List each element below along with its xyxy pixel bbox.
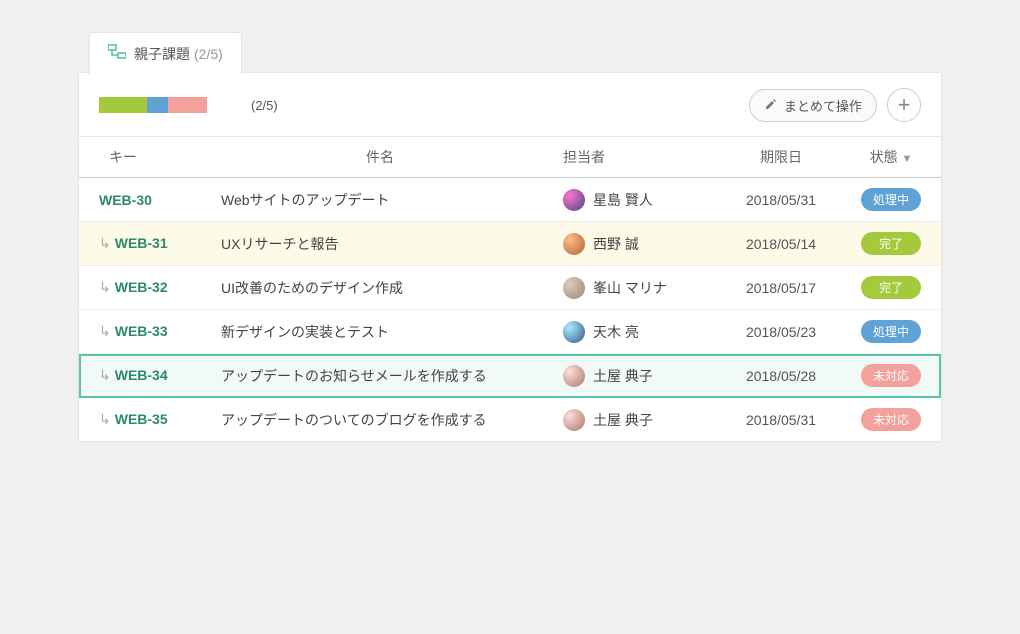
table-row[interactable]: ↳WEB-34アップデートのお知らせメールを作成する土屋 典子2018/05/2… bbox=[79, 354, 941, 398]
add-button[interactable]: + bbox=[887, 88, 921, 122]
status-badge: 完了 bbox=[861, 276, 921, 299]
avatar bbox=[563, 233, 585, 255]
avatar bbox=[563, 277, 585, 299]
issue-key-text: WEB-33 bbox=[115, 323, 168, 339]
issue-due: 2018/05/31 bbox=[721, 178, 841, 222]
progress-seg-done bbox=[99, 97, 147, 113]
status-badge: 未対応 bbox=[861, 408, 921, 431]
col-key[interactable]: キー bbox=[79, 137, 209, 178]
issue-assignee[interactable]: 峯山 マリナ bbox=[551, 266, 721, 310]
avatar bbox=[563, 321, 585, 343]
child-arrow-icon: ↳ bbox=[99, 323, 111, 340]
tab-count: (2/5) bbox=[194, 46, 223, 62]
table-row[interactable]: ↳WEB-33新デザインの実装とテスト天木 亮2018/05/23処理中 bbox=[79, 310, 941, 354]
assignee-name: 西野 誠 bbox=[593, 234, 639, 254]
progress-count: (2/5) bbox=[251, 98, 278, 113]
issue-assignee[interactable]: 天木 亮 bbox=[551, 310, 721, 354]
issue-status[interactable]: 完了 bbox=[841, 266, 941, 310]
table-row[interactable]: ↳WEB-32UI改善のためのデザイン作成峯山 マリナ2018/05/17完了 bbox=[79, 266, 941, 310]
edit-icon bbox=[764, 97, 778, 114]
plus-icon: + bbox=[898, 92, 911, 118]
issue-status[interactable]: 未対応 bbox=[841, 354, 941, 398]
issues-table: キー 件名 担当者 期限日 状態 ▼ WEB-30 Webサイトのアップデート 星島… bbox=[79, 137, 941, 441]
progress-bar bbox=[99, 97, 239, 113]
issue-status[interactable]: 未対応 bbox=[841, 398, 941, 442]
issue-status[interactable]: 処理中 bbox=[841, 178, 941, 222]
issue-due: 2018/05/31 bbox=[721, 398, 841, 442]
progress-seg-processing bbox=[147, 97, 168, 113]
issue-key-text: WEB-34 bbox=[115, 367, 168, 383]
issue-key-text: WEB-35 bbox=[115, 411, 168, 427]
toolbar-actions: まとめて操作 + bbox=[749, 88, 921, 122]
progress-seg-pending bbox=[168, 97, 207, 113]
issue-due: 2018/05/17 bbox=[721, 266, 841, 310]
assignee-name: 峯山 マリナ bbox=[593, 278, 667, 298]
issue-key[interactable]: ↳WEB-31 bbox=[79, 222, 209, 266]
issue-key[interactable]: ↳WEB-33 bbox=[79, 310, 209, 354]
status-badge: 処理中 bbox=[861, 320, 921, 343]
col-state[interactable]: 状態 ▼ bbox=[841, 137, 941, 178]
issue-subject[interactable]: アップデートのついてのブログを作成する bbox=[209, 398, 551, 442]
avatar bbox=[563, 365, 585, 387]
sort-desc-icon: ▼ bbox=[902, 153, 913, 165]
issue-assignee[interactable]: 土屋 典子 bbox=[551, 354, 721, 398]
col-state-label: 状態 bbox=[870, 149, 898, 165]
issue-assignee[interactable]: 土屋 典子 bbox=[551, 398, 721, 442]
issue-key[interactable]: ↳WEB-32 bbox=[79, 266, 209, 310]
issue-key[interactable]: WEB-30 bbox=[79, 178, 209, 222]
issue-status[interactable]: 完了 bbox=[841, 222, 941, 266]
hierarchy-icon bbox=[108, 43, 134, 64]
assignee-name: 星島 賢人 bbox=[593, 190, 653, 210]
issue-due: 2018/05/23 bbox=[721, 310, 841, 354]
issue-key-text: WEB-32 bbox=[115, 279, 168, 295]
tab-label: 親子課題 bbox=[134, 44, 190, 64]
avatar bbox=[563, 409, 585, 431]
table-row[interactable]: ↳WEB-31UXリサーチと報告西野 誠2018/05/14完了 bbox=[79, 222, 941, 266]
avatar bbox=[563, 189, 585, 211]
bulk-edit-button[interactable]: まとめて操作 bbox=[749, 89, 877, 122]
header-row: キー 件名 担当者 期限日 状態 ▼ bbox=[79, 137, 941, 178]
issue-subject[interactable]: Webサイトのアップデート bbox=[209, 178, 551, 222]
toolbar: (2/5) まとめて操作 + bbox=[79, 74, 941, 137]
child-arrow-icon: ↳ bbox=[99, 411, 111, 428]
issue-key[interactable]: ↳WEB-34 bbox=[79, 354, 209, 398]
col-due[interactable]: 期限日 bbox=[721, 137, 841, 178]
status-badge: 完了 bbox=[861, 232, 921, 255]
issue-due: 2018/05/14 bbox=[721, 222, 841, 266]
issue-key[interactable]: ↳WEB-35 bbox=[79, 398, 209, 442]
issues-panel: 親子課題 (2/5) (2/5) まとめて操作 + bbox=[78, 72, 942, 442]
issue-status[interactable]: 処理中 bbox=[841, 310, 941, 354]
table-body: WEB-30Webサイトのアップデート星島 賢人2018/05/31処理中↳WE… bbox=[79, 178, 941, 442]
child-arrow-icon: ↳ bbox=[99, 279, 111, 296]
assignee-name: 天木 亮 bbox=[593, 322, 639, 342]
status-badge: 未対応 bbox=[861, 364, 921, 387]
table-row[interactable]: ↳WEB-35アップデートのついてのブログを作成する土屋 典子2018/05/3… bbox=[79, 398, 941, 442]
issue-due: 2018/05/28 bbox=[721, 354, 841, 398]
child-arrow-icon: ↳ bbox=[99, 367, 111, 384]
assignee-name: 土屋 典子 bbox=[593, 366, 653, 386]
issue-subject[interactable]: 新デザインの実装とテスト bbox=[209, 310, 551, 354]
progress-area: (2/5) bbox=[99, 97, 278, 113]
status-badge: 処理中 bbox=[861, 188, 921, 211]
issue-key-text: WEB-30 bbox=[99, 192, 152, 208]
issue-subject[interactable]: UI改善のためのデザイン作成 bbox=[209, 266, 551, 310]
assignee-name: 土屋 典子 bbox=[593, 410, 653, 430]
issue-subject[interactable]: アップデートのお知らせメールを作成する bbox=[209, 354, 551, 398]
tab-parent-child[interactable]: 親子課題 (2/5) bbox=[89, 32, 242, 74]
issue-key-text: WEB-31 bbox=[115, 235, 168, 251]
table-row[interactable]: WEB-30 Webサイトのアップデート 星島 賢人 2018/05/31 処理中 bbox=[79, 178, 941, 222]
issue-subject[interactable]: UXリサーチと報告 bbox=[209, 222, 551, 266]
col-assignee[interactable]: 担当者 bbox=[551, 137, 721, 178]
child-arrow-icon: ↳ bbox=[99, 235, 111, 252]
issue-assignee[interactable]: 星島 賢人 bbox=[551, 178, 721, 222]
bulk-edit-label: まとめて操作 bbox=[784, 96, 862, 115]
col-subject[interactable]: 件名 bbox=[209, 137, 551, 178]
issue-assignee[interactable]: 西野 誠 bbox=[551, 222, 721, 266]
